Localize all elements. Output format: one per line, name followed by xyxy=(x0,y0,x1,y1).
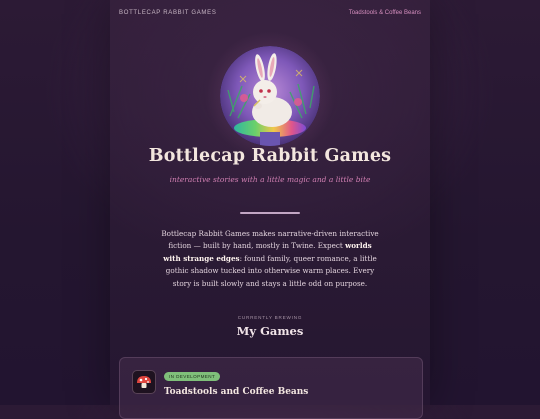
section-title: My Games xyxy=(236,324,304,338)
game-card[interactable]: IN DEVELOPMENT Toadstools and Coffee Bea… xyxy=(119,357,423,419)
divider xyxy=(240,212,300,214)
top-bar: BOTTLECAP RABBIT GAMES Toadstools & Coff… xyxy=(119,10,421,22)
site-title: Bottlecap Rabbit Games xyxy=(148,146,392,166)
rabbit-on-mushroom-icon xyxy=(220,46,320,146)
status-badge: IN DEVELOPMENT xyxy=(164,372,221,381)
site-tagline: interactive stories with a little magic … xyxy=(169,175,371,184)
intro-paragraph: Bottlecap Rabbit Games makes narrative-d… xyxy=(160,228,380,290)
section-kicker: CURRENTLY BREWING xyxy=(237,315,303,320)
site-brand[interactable]: BOTTLECAP RABBIT GAMES xyxy=(119,10,217,16)
nav-link-toadstools[interactable]: Toadstools & Coffee Beans xyxy=(349,10,421,16)
game-title[interactable]: Toadstools and Coffee Beans xyxy=(164,387,308,397)
mushroom-icon xyxy=(132,370,156,394)
hero-avatar xyxy=(200,26,340,166)
